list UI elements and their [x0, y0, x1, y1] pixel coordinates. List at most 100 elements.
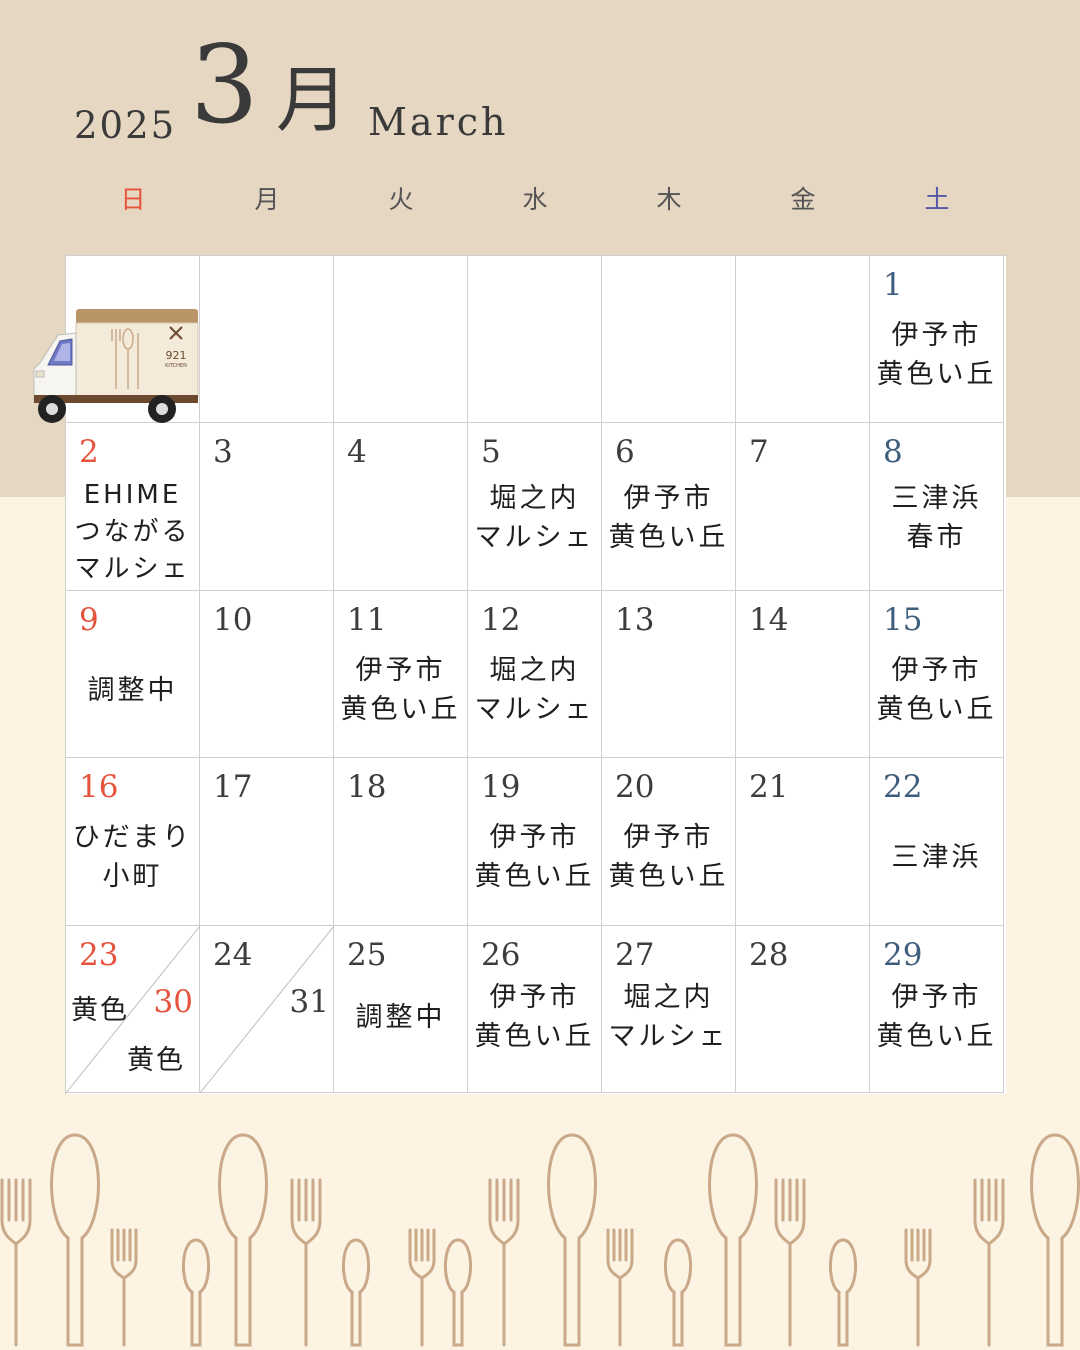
day-number: 10	[213, 601, 253, 638]
event-label: 伊予市 黄色い丘	[870, 651, 1003, 729]
weekday-header-row: 日 月 火 水 木 金 土	[66, 180, 1004, 216]
day-number: 19	[481, 769, 521, 806]
event-line: 堀之内	[489, 654, 580, 686]
day-number: 13	[615, 601, 655, 638]
day-number: 24	[213, 936, 253, 973]
event-line: ひだまり	[72, 822, 193, 854]
empty-cell	[468, 256, 602, 424]
event-line: 伊予市	[489, 822, 580, 854]
day-cell-25[interactable]: 25 調整中	[334, 925, 468, 1093]
day-cell-26[interactable]: 26 伊予市 黄色い丘	[468, 925, 602, 1093]
event-line: 三津浜	[891, 842, 982, 874]
day-cell-17[interactable]: 17	[200, 758, 334, 926]
day-cell-9[interactable]: 9 調整中	[66, 590, 200, 759]
event-line: 堀之内	[489, 483, 580, 515]
day-number: 6	[615, 434, 635, 471]
event-line: 伊予市	[891, 320, 982, 351]
day-cell-11[interactable]: 11 伊予市 黄色い丘	[334, 590, 468, 759]
day-number: 11	[347, 601, 387, 638]
day-cell-21[interactable]: 21	[736, 758, 870, 926]
calendar-grid: 1 伊予市 黄色い丘 2 EHIME つながる マルシェ 3 4 5 堀之内 マ…	[65, 255, 1006, 1094]
weekday-wednesday: 水	[522, 185, 548, 214]
day-number: 27	[615, 936, 655, 973]
day-cell-14[interactable]: 14	[736, 590, 870, 759]
event-label: 堀之内 マルシェ	[468, 479, 601, 557]
day-number: 15	[883, 601, 923, 638]
day-number: 4	[347, 434, 367, 471]
weekday-friday: 金	[790, 185, 816, 214]
day-cell-3[interactable]: 3	[200, 423, 334, 591]
event-line: 小町	[102, 861, 163, 893]
day-number: 5	[481, 434, 501, 471]
day-number: 17	[213, 769, 253, 806]
day-number: 9	[79, 601, 99, 638]
event-label: 堀之内 マルシェ	[468, 651, 601, 729]
day-number-30: 30	[153, 983, 193, 1020]
empty-cell	[334, 256, 468, 424]
day-cell-23-30-split[interactable]: 23 黄色 30 黄色	[66, 925, 200, 1093]
month-english: March	[368, 100, 509, 144]
day-cell-13[interactable]: 13	[602, 590, 736, 759]
day-cell-12[interactable]: 12 堀之内 マルシェ	[468, 590, 602, 759]
day-cell-7[interactable]: 7	[736, 423, 870, 591]
weekday-monday: 月	[254, 185, 280, 214]
day-cell-29[interactable]: 29 伊予市 黄色い丘	[870, 925, 1004, 1093]
event-label: 黄色	[71, 994, 129, 1026]
day-cell-8[interactable]: 8 三津浜 春市	[870, 423, 1004, 591]
event-line: つながる	[74, 517, 191, 548]
day-cell-20[interactable]: 20 伊予市 黄色い丘	[602, 758, 736, 926]
day-number: 25	[347, 936, 387, 973]
day-cell-2[interactable]: 2 EHIME つながる マルシェ	[66, 423, 200, 591]
empty-cell	[602, 256, 736, 424]
truck-sign-text: KITCHEN	[165, 363, 187, 369]
truck-sign-number: 921	[166, 349, 187, 362]
day-number: 23	[79, 936, 119, 973]
event-label: 伊予市 黄色い丘	[870, 316, 1003, 394]
event-line: 黄色い丘	[876, 693, 997, 725]
month-number: 3	[190, 23, 259, 148]
day-number: 18	[347, 769, 387, 806]
day-number: 26	[481, 936, 521, 973]
event-label: 黄色	[127, 1044, 185, 1076]
day-cell-4[interactable]: 4	[334, 423, 468, 591]
event-label: 三津浜 春市	[870, 479, 1003, 557]
day-number: 29	[883, 936, 923, 973]
event-line: 伊予市	[489, 981, 580, 1013]
weekday-sunday: 日	[120, 185, 146, 214]
day-cell-22[interactable]: 22 三津浜	[870, 758, 1004, 926]
event-line: 黄色い丘	[876, 1020, 997, 1052]
day-cell-16[interactable]: 16 ひだまり 小町	[66, 758, 200, 926]
day-cell-19[interactable]: 19 伊予市 黄色い丘	[468, 758, 602, 926]
event-label: 調整中	[334, 998, 467, 1037]
day-number: 22	[883, 769, 923, 806]
event-label: 伊予市 黄色い丘	[602, 818, 735, 896]
event-label: 堀之内 マルシェ	[602, 978, 735, 1056]
day-cell-10[interactable]: 10	[200, 590, 334, 759]
day-number: 12	[481, 601, 521, 638]
day-cell-24-31-split[interactable]: 24 31	[200, 925, 334, 1093]
day-cell-28[interactable]: 28	[736, 925, 870, 1093]
day-cell-1[interactable]: 1 伊予市 黄色い丘	[870, 256, 1004, 424]
event-line: 春市	[906, 522, 967, 554]
day-cell-5[interactable]: 5 堀之内 マルシェ	[468, 423, 602, 591]
event-line: 堀之内	[623, 981, 714, 1013]
event-line: 伊予市	[623, 822, 714, 854]
day-number: 2	[79, 434, 99, 471]
event-label: 伊予市 黄色い丘	[870, 978, 1003, 1056]
event-line: 調整中	[87, 674, 178, 706]
year-label: 2025	[74, 104, 177, 147]
event-line: 伊予市	[355, 654, 446, 686]
calendar-header: 2025 3 月 March	[0, 0, 1080, 160]
day-number: 14	[749, 601, 789, 638]
empty-cell	[200, 256, 334, 424]
day-cell-27[interactable]: 27 堀之内 マルシェ	[602, 925, 736, 1093]
event-line: 伊予市	[891, 654, 982, 686]
event-label: 伊予市 黄色い丘	[602, 479, 735, 557]
day-cell-15[interactable]: 15 伊予市 黄色い丘	[870, 590, 1004, 759]
event-line: 伊予市	[623, 483, 714, 515]
day-cell-18[interactable]: 18	[334, 758, 468, 926]
weekday-thursday: 木	[656, 185, 682, 214]
event-line: マルシェ	[474, 693, 595, 725]
day-cell-6[interactable]: 6 伊予市 黄色い丘	[602, 423, 736, 591]
event-line: 黄色い丘	[608, 522, 729, 554]
